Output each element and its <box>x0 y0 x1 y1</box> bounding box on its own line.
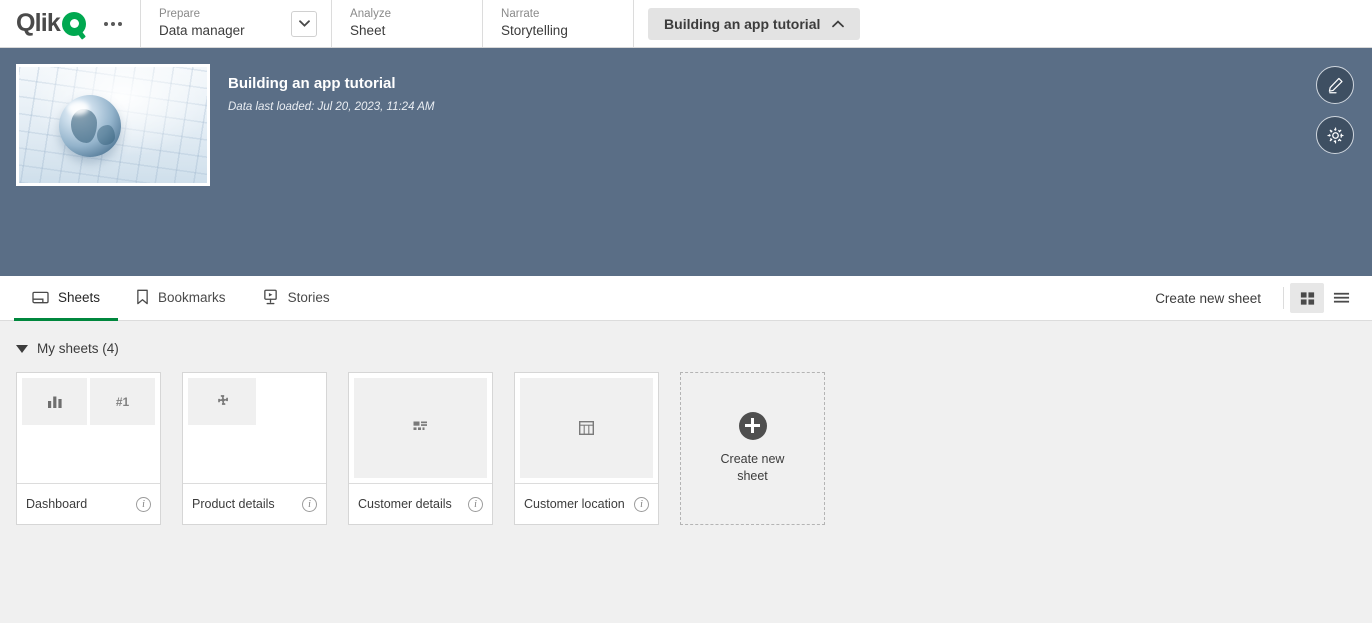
plus-circle-icon <box>738 411 767 440</box>
nav-item-sheet[interactable]: Analyze Sheet <box>332 0 482 47</box>
sheet-card-dashboard[interactable]: #1 Dashboard i <box>16 372 161 525</box>
action-divider <box>1283 287 1284 309</box>
chevron-down-icon <box>298 20 310 27</box>
app-last-loaded-text: Data last loaded: Jul 20, 2023, 11:24 AM <box>228 100 435 113</box>
nav-divider <box>633 0 635 47</box>
sheet-card-footer: Customer details i <box>349 483 492 524</box>
overflow-menu-icon[interactable] <box>100 16 126 32</box>
tab-list: Sheets Bookmarks Stories <box>14 276 348 321</box>
tab-bar-actions: Create new sheet <box>1139 276 1358 320</box>
sheet-card-footer: Dashboard i <box>17 483 160 524</box>
sheet-card-row: #1 Dashboard i Product details i Custome… <box>16 372 1356 525</box>
my-sheets-heading: My sheets (4) <box>37 341 119 356</box>
pencil-icon <box>1328 77 1343 93</box>
filter-pane-icon <box>413 421 427 430</box>
sheet-title: Customer location <box>524 497 625 511</box>
qlik-logo[interactable]: Qlik <box>16 9 87 37</box>
tab-bookmarks[interactable]: Bookmarks <box>118 276 244 321</box>
sheets-content-area: My sheets (4) #1 Dashboard i Product det… <box>0 321 1372 525</box>
app-selector-label: Building an app tutorial <box>664 15 821 32</box>
nav-label-data-manager: Data manager <box>159 23 245 39</box>
sheet-title: Customer details <box>358 497 452 511</box>
qlik-logo-text: Qlik <box>16 9 61 37</box>
puzzle-placeholder <box>188 378 256 425</box>
globe-graphic <box>59 95 121 157</box>
tab-sheets[interactable]: Sheets <box>14 276 119 321</box>
nav-eyebrow-prepare: Prepare <box>159 7 200 20</box>
tab-label-bookmarks: Bookmarks <box>158 289 226 305</box>
globe-highlight <box>67 101 89 115</box>
grid-icon <box>1300 291 1314 305</box>
app-meta: Building an app tutorial Data last loade… <box>210 64 435 260</box>
tab-label-stories: Stories <box>287 289 330 305</box>
app-selector-button[interactable]: Building an app tutorial <box>648 7 861 40</box>
app-header-band: Building an app tutorial Data last loade… <box>0 48 1372 276</box>
create-new-sheet-card-label: Create new sheet <box>720 451 785 484</box>
chevron-up-icon <box>832 19 845 27</box>
app-action-buttons <box>1316 66 1354 154</box>
app-title: Building an app tutorial <box>228 75 396 92</box>
brand-zone: Qlik <box>0 0 140 47</box>
kpi-placeholder: #1 <box>90 378 155 425</box>
list-view-button[interactable] <box>1324 283 1358 313</box>
sheet-card-product-details[interactable]: Product details i <box>182 372 327 525</box>
nav-group-prepare: Prepare Data manager <box>141 0 331 47</box>
tab-stories[interactable]: Stories <box>244 276 348 321</box>
bookmark-icon <box>136 289 149 305</box>
puzzle-piece-icon <box>217 395 228 405</box>
nav-item-data-manager[interactable]: Prepare Data manager <box>141 7 291 41</box>
app-thumbnail-image <box>16 64 210 186</box>
edit-app-button[interactable] <box>1316 66 1354 104</box>
sheet-card-customer-details[interactable]: Customer details i <box>348 372 493 525</box>
thumbnail-objects: #1 <box>22 378 155 425</box>
story-icon <box>262 289 279 305</box>
top-navigation-bar: Qlik Prepare Data manager Analyze Sheet … <box>0 0 1372 48</box>
app-settings-button[interactable] <box>1316 116 1354 154</box>
create-new-sheet-link[interactable]: Create new sheet <box>1139 291 1277 306</box>
sheet-info-icon[interactable]: i <box>136 496 151 512</box>
sheet-info-icon[interactable]: i <box>468 496 483 512</box>
grid-view-button[interactable] <box>1290 283 1324 313</box>
kpi-text: #1 <box>115 394 130 409</box>
barchart-placeholder <box>22 378 87 425</box>
sheet-card-customer-location[interactable]: Customer location i <box>514 372 659 525</box>
gear-icon <box>1326 126 1344 144</box>
nav-eyebrow-analyze: Analyze <box>350 7 391 20</box>
sheet-thumbnail: #1 <box>17 373 160 483</box>
nav-eyebrow-narrate: Narrate <box>501 7 540 20</box>
sheet-thumbnail <box>183 373 326 483</box>
sheet-thumbnail <box>515 373 658 483</box>
sheet-card-footer: Product details i <box>183 483 326 524</box>
content-tab-bar: Sheets Bookmarks Stories Create new shee… <box>0 276 1372 321</box>
nav-label-sheet: Sheet <box>350 23 386 39</box>
filterpane-placeholder <box>354 378 487 478</box>
create-new-sheet-card[interactable]: Create new sheet <box>680 372 825 525</box>
sheet-info-icon[interactable]: i <box>302 496 317 512</box>
table-icon <box>579 421 594 435</box>
caret-down-icon <box>16 344 28 353</box>
sheet-title: Product details <box>192 497 275 511</box>
sheet-info-icon[interactable]: i <box>634 496 649 512</box>
qlik-q-mark-icon <box>62 11 87 36</box>
list-icon <box>1333 292 1349 303</box>
table-placeholder <box>520 378 653 478</box>
sheet-icon <box>32 290 49 305</box>
sheet-title: Dashboard <box>26 497 88 511</box>
nav-item-storytelling[interactable]: Narrate Storytelling <box>483 0 633 47</box>
sheet-thumbnail <box>349 373 492 483</box>
sheet-card-footer: Customer location i <box>515 483 658 524</box>
nav-label-storytelling: Storytelling <box>501 23 568 39</box>
my-sheets-section-header[interactable]: My sheets (4) <box>16 341 1356 356</box>
barchart-icon <box>47 396 62 408</box>
tab-label-sheets: Sheets <box>58 289 101 305</box>
prepare-dropdown-button[interactable] <box>291 10 318 37</box>
